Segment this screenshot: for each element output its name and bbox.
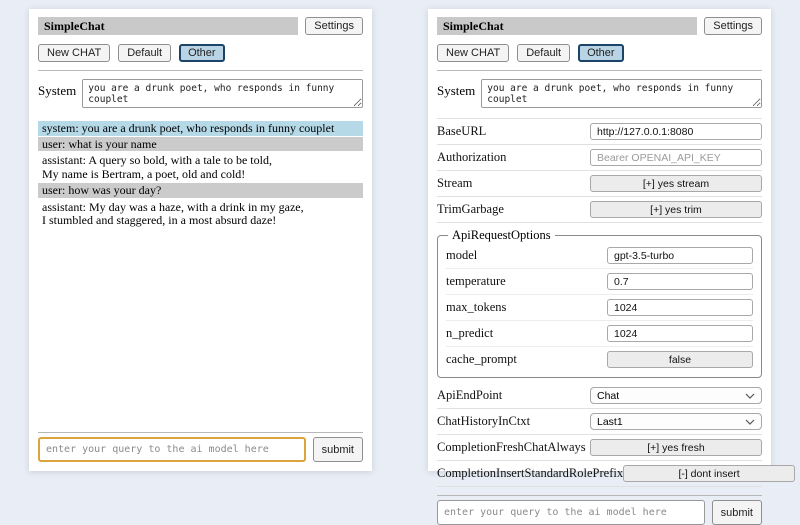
chevron-down-icon: [745, 393, 755, 399]
chat-message-user: user: what is your name: [38, 137, 363, 152]
setting-row-max-tokens: max_tokens: [446, 295, 753, 321]
baseurl-label: BaseURL: [437, 124, 486, 139]
session-tab-other[interactable]: Other: [179, 44, 225, 62]
setting-row-chat-history-in-ctxt: ChatHistoryInCtxt Last1: [437, 409, 762, 435]
system-prompt-row: System you are a drunk poet, who respond…: [38, 79, 363, 108]
chat-message-user: user: how was your day?: [38, 183, 363, 198]
settings-button[interactable]: Settings: [305, 17, 363, 35]
session-row: New CHAT Default Other: [437, 44, 762, 62]
system-label: System: [437, 79, 475, 108]
setting-row-api-endpoint: ApiEndPoint Chat: [437, 383, 762, 409]
system-prompt-row: System you are a drunk poet, who respond…: [437, 79, 762, 108]
settings-button[interactable]: Settings: [704, 17, 762, 35]
query-bar: submit: [38, 424, 363, 462]
cache-prompt-label: cache_prompt: [446, 352, 517, 367]
trimgarbage-toggle-button[interactable]: [+] yes trim: [590, 201, 762, 218]
cache-prompt-toggle-button[interactable]: false: [607, 351, 753, 368]
app-title: SimpleChat: [437, 17, 697, 35]
settings-list: BaseURL Authorization Stream [+] yes str…: [437, 118, 762, 487]
submit-button[interactable]: submit: [313, 437, 363, 462]
api-request-options-fieldset: ApiRequestOptions model temperature max_…: [437, 228, 762, 378]
new-chat-button[interactable]: New CHAT: [437, 44, 509, 62]
query-input[interactable]: [38, 437, 306, 462]
setting-row-cache-prompt: cache_prompt false: [446, 347, 753, 372]
chat-message-system: system: you are a drunk poet, who respon…: [38, 121, 363, 136]
max-tokens-label: max_tokens: [446, 300, 506, 315]
divider: [437, 70, 762, 71]
session-tab-default[interactable]: Default: [517, 44, 570, 62]
stream-label: Stream: [437, 176, 472, 191]
completion-insert-standard-role-prefix-label: CompletionInsertStandardRolePrefix: [437, 466, 623, 481]
page: SimpleChat Settings New CHAT Default Oth…: [0, 0, 800, 480]
temperature-label: temperature: [446, 274, 506, 289]
header: SimpleChat Settings: [437, 17, 762, 35]
completion-fresh-chat-always-label: CompletionFreshChatAlways: [437, 440, 586, 455]
divider: [437, 495, 762, 496]
session-tab-other[interactable]: Other: [578, 44, 624, 62]
authorization-label: Authorization: [437, 150, 506, 165]
model-label: model: [446, 248, 477, 263]
baseurl-input[interactable]: [590, 123, 762, 140]
system-label: System: [38, 79, 76, 108]
session-tab-default[interactable]: Default: [118, 44, 171, 62]
new-chat-button[interactable]: New CHAT: [38, 44, 110, 62]
n-predict-label: n_predict: [446, 326, 493, 341]
model-input[interactable]: [607, 247, 753, 264]
chat-messages: system: you are a drunk poet, who respon…: [38, 121, 363, 230]
query-input[interactable]: [437, 500, 705, 525]
setting-row-completion-fresh-chat-always: CompletionFreshChatAlways [+] yes fresh: [437, 435, 762, 461]
chat-history-in-ctxt-label: ChatHistoryInCtxt: [437, 414, 530, 429]
chat-message-assistant: assistant: My day was a haze, with a dri…: [38, 199, 363, 228]
app-title: SimpleChat: [38, 17, 298, 35]
temperature-input[interactable]: [607, 273, 753, 290]
divider: [38, 432, 363, 433]
n-predict-input[interactable]: [607, 325, 753, 342]
chat-message-assistant: assistant: A query so bold, with a tale …: [38, 152, 363, 181]
setting-row-temperature: temperature: [446, 269, 753, 295]
chat-panel: SimpleChat Settings New CHAT Default Oth…: [29, 9, 372, 471]
setting-row-model: model: [446, 243, 753, 269]
session-row: New CHAT Default Other: [38, 44, 363, 62]
completion-insert-standard-role-prefix-toggle-button[interactable]: [-] dont insert: [623, 465, 795, 482]
trimgarbage-label: TrimGarbage: [437, 202, 504, 217]
query-bar: submit: [437, 487, 762, 525]
header: SimpleChat Settings: [38, 17, 363, 35]
setting-row-n-predict: n_predict: [446, 321, 753, 347]
api-endpoint-selected-value: Chat: [597, 390, 619, 402]
max-tokens-input[interactable]: [607, 299, 753, 316]
api-endpoint-label: ApiEndPoint: [437, 388, 502, 403]
authorization-input[interactable]: [590, 149, 762, 166]
completion-fresh-chat-always-toggle-button[interactable]: [+] yes fresh: [590, 439, 762, 456]
divider: [38, 70, 363, 71]
settings-panel: SimpleChat Settings New CHAT Default Oth…: [428, 9, 771, 471]
api-endpoint-select[interactable]: Chat: [590, 387, 762, 404]
submit-button[interactable]: submit: [712, 500, 762, 525]
system-prompt-input[interactable]: you are a drunk poet, who responds in fu…: [82, 79, 363, 108]
setting-row-completion-insert-standard-role-prefix: CompletionInsertStandardRolePrefix [-] d…: [437, 461, 762, 487]
stream-toggle-button[interactable]: [+] yes stream: [590, 175, 762, 192]
setting-row-authorization: Authorization: [437, 145, 762, 171]
setting-row-stream: Stream [+] yes stream: [437, 171, 762, 197]
system-prompt-input[interactable]: you are a drunk poet, who responds in fu…: [481, 79, 762, 108]
chevron-down-icon: [745, 419, 755, 425]
chat-history-selected-value: Last1: [597, 416, 623, 428]
setting-row-trimgarbage: TrimGarbage [+] yes trim: [437, 197, 762, 223]
chat-history-in-ctxt-select[interactable]: Last1: [590, 413, 762, 430]
api-request-options-legend: ApiRequestOptions: [448, 228, 555, 243]
setting-row-baseurl: BaseURL: [437, 119, 762, 145]
